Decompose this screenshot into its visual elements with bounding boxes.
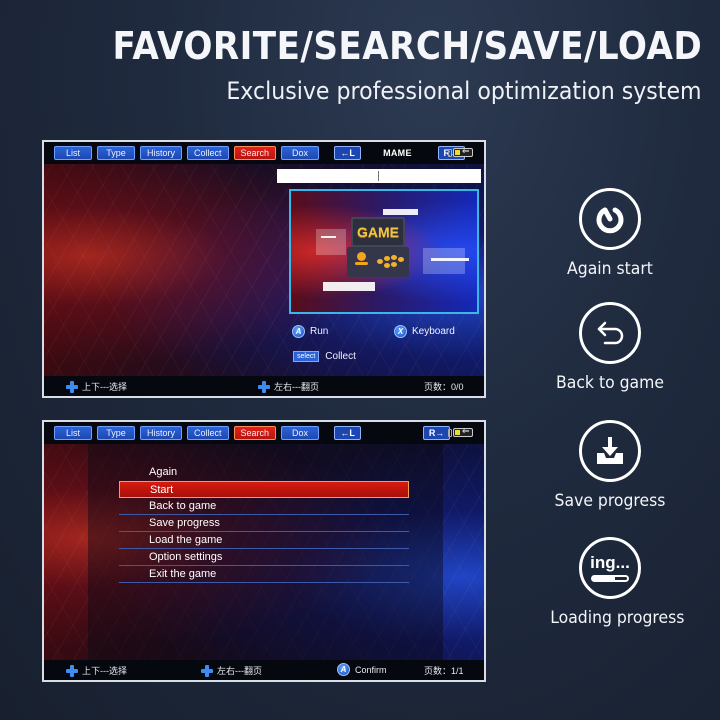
updown-hint: 上下---选择 (82, 382, 127, 392)
bottom-status-bar: 上下---选择 左右---翻页 A Confirm 页数：1/1 (44, 660, 484, 680)
x-button-icon: X (394, 325, 407, 338)
bottom-status-bar: 上下---选择 左右---翻页 页数：0/0 (44, 376, 484, 396)
menu-item-back-to-game[interactable]: Back to game (119, 498, 409, 515)
battery-icon: ⇐ (448, 426, 474, 438)
select-button-icon: select (293, 351, 320, 362)
dpad-icon (66, 380, 78, 393)
menu-item-save-progress[interactable]: Save progress (119, 515, 409, 532)
top-tab-bar: List Type History Collect Search Dox ←L … (44, 422, 484, 444)
menu-item-label: Exit the game (149, 568, 217, 580)
menu-item-label: Start (150, 484, 174, 496)
collect-label: Collect (325, 351, 356, 362)
tab-history[interactable]: History (140, 426, 183, 440)
tab-collect[interactable]: Collect (187, 426, 229, 440)
system-title: MAME (383, 148, 412, 158)
feature-again-start: Again start (545, 188, 675, 279)
dpad-icon (66, 664, 78, 677)
run-label: Run (310, 326, 329, 337)
right-shoulder-button[interactable]: R→ (423, 426, 451, 440)
menu-item-label: Save progress (149, 517, 220, 529)
a-button-icon: A (337, 663, 350, 676)
updown-hint: 上下---选择 (82, 666, 127, 676)
battery-icon: ⇐ (448, 146, 474, 158)
game-menu-screen: List Type History Collect Search Dox ←L … (42, 420, 486, 682)
feature-save-progress: Save progress (545, 420, 675, 511)
feature-loading-progress: ing... Loading progress (545, 537, 685, 628)
feature-label: Back to game (556, 373, 664, 393)
a-button-icon: A (292, 325, 305, 338)
headline-title: FAVORITE/SEARCH/SAVE/LOAD (112, 24, 702, 68)
tab-type[interactable]: Type (97, 146, 135, 160)
menu-item-label: Option settings (149, 551, 223, 563)
headline-subtitle: Exclusive professional optimization syst… (226, 77, 702, 105)
loading-icon: ing... (579, 537, 641, 599)
menu-item-start[interactable]: Start (119, 481, 409, 498)
collect-hint[interactable]: select Collect (293, 351, 356, 362)
tab-dox[interactable]: Dox (281, 146, 320, 160)
download-tray-icon (579, 420, 641, 482)
text-caret (378, 171, 379, 181)
left-shoulder-button[interactable]: ←L (334, 146, 362, 160)
tab-type[interactable]: Type (97, 426, 135, 440)
feature-label: Save progress (554, 491, 666, 511)
menu-item-again[interactable]: Again (119, 464, 409, 481)
arcade-cabinet-icon: GAME (347, 217, 409, 277)
leftright-hint: 左右---翻页 (217, 666, 262, 676)
menu-item-exit-game[interactable]: Exit the game (119, 566, 409, 583)
dpad-icon (201, 664, 213, 677)
page-count: 页数：1/1 (424, 666, 464, 676)
restart-icon (579, 188, 641, 250)
back-arrow-icon (579, 302, 641, 364)
search-screen: List Type History Collect Search Dox ←L … (42, 140, 486, 398)
feature-back-to-game: Back to game (545, 302, 675, 393)
menu-item-label: Load the game (149, 534, 223, 546)
confirm-label[interactable]: Confirm (355, 665, 387, 675)
tab-history[interactable]: History (140, 146, 183, 160)
keyboard-label: Keyboard (412, 326, 455, 337)
game-preview: GAME (289, 189, 479, 314)
feature-label: Loading progress (550, 608, 685, 628)
menu-item-load-game[interactable]: Load the game (119, 532, 409, 549)
run-hint[interactable]: A Run (292, 325, 328, 338)
tab-collect[interactable]: Collect (187, 146, 229, 160)
tab-search[interactable]: Search (233, 146, 277, 160)
left-shoulder-button[interactable]: ←L (334, 426, 362, 440)
tab-search[interactable]: Search (233, 426, 277, 440)
tab-list[interactable]: List (54, 426, 92, 440)
feature-label: Again start (567, 259, 653, 279)
keyboard-hint[interactable]: X Keyboard (394, 325, 455, 338)
menu-item-label: Back to game (149, 500, 217, 512)
dpad-icon (258, 380, 270, 393)
loading-icon-text: ing... (590, 553, 630, 572)
menu-item-label: Again (149, 466, 178, 478)
page-count: 页数：0/0 (424, 382, 464, 392)
menu-item-option-settings[interactable]: Option settings (119, 549, 409, 566)
game-logo: GAME (351, 217, 405, 247)
top-tab-bar: List Type History Collect Search Dox ←L … (44, 142, 484, 164)
tab-dox[interactable]: Dox (281, 426, 320, 440)
leftright-hint: 左右---翻页 (274, 382, 319, 392)
tab-list[interactable]: List (54, 146, 92, 160)
search-input[interactable] (277, 169, 481, 183)
